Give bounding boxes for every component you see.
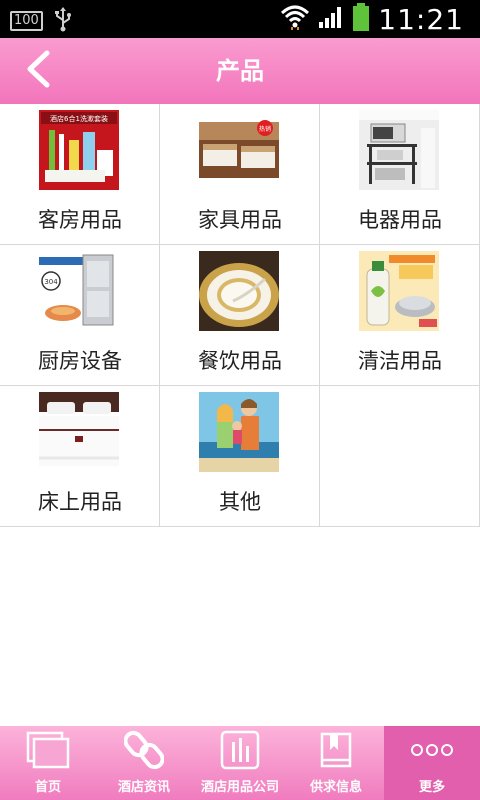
svg-text:酒店6合1洗漱套装: 酒店6合1洗漱套装 — [50, 114, 108, 123]
usb-icon — [53, 6, 73, 36]
product-label: 清洁用品 — [358, 349, 442, 373]
nav-label: 供求信息 — [309, 780, 362, 795]
nav-item-supply-demand[interactable]: 供求信息 — [288, 726, 384, 800]
svg-text:304: 304 — [44, 278, 58, 286]
product-label: 床上用品 — [38, 490, 122, 514]
nav-item-more[interactable]: 更多 — [384, 726, 480, 800]
product-label: 厨房设备 — [38, 349, 122, 373]
link-icon — [123, 730, 165, 774]
product-label: 家具用品 — [198, 208, 282, 232]
product-label: 客房用品 — [38, 208, 122, 232]
nav-label: 酒店用品公司 — [200, 780, 279, 795]
chart-icon — [220, 730, 260, 774]
nav-label: 首页 — [34, 780, 61, 795]
product-label: 电器用品 — [358, 208, 442, 232]
back-button[interactable] — [16, 50, 60, 92]
product-label: 餐饮用品 — [198, 349, 282, 373]
nav-label: 酒店资讯 — [117, 780, 170, 795]
product-image-kitchen: 304 — [39, 251, 119, 331]
product-image-cleaning — [359, 251, 439, 331]
bottom-nav: 首页 酒店资讯 酒店用品公司 供求信息 更多 — [0, 726, 480, 800]
svg-text:热销: 热销 — [259, 125, 271, 133]
product-image-bedding — [39, 392, 119, 472]
status-time: 11:21 — [378, 2, 464, 36]
pages-icon — [26, 731, 70, 773]
product-item-appliances[interactable]: 电器用品 — [320, 104, 480, 245]
product-image-appliances — [359, 110, 439, 190]
app-header: 产品 — [0, 38, 480, 104]
product-image-furniture: 热销 — [199, 110, 279, 190]
nav-item-hotel-news[interactable]: 酒店资讯 — [96, 726, 192, 800]
nav-item-hotel-supplies-company[interactable]: 酒店用品公司 — [192, 726, 288, 800]
product-grid: 酒店6合1洗漱套装 客房用品 热销 家具用品 电器用品 304 厨房设备 餐饮用… — [0, 104, 480, 527]
product-item-bedding[interactable]: 床上用品 — [0, 386, 160, 527]
product-label: 其他 — [219, 490, 261, 514]
more-icon — [410, 742, 454, 762]
product-item-dining[interactable]: 餐饮用品 — [160, 245, 320, 386]
product-image-guest-room: 酒店6合1洗漱套装 — [39, 110, 119, 190]
product-item-guest-room[interactable]: 酒店6合1洗漱套装 客房用品 — [0, 104, 160, 245]
product-item-furniture[interactable]: 热销 家具用品 — [160, 104, 320, 245]
battery-level-badge: 100 — [10, 11, 43, 31]
battery-icon — [352, 2, 370, 36]
empty-grid-cell — [320, 386, 480, 527]
nav-item-home[interactable]: 首页 — [0, 726, 96, 800]
page-title: 产品 — [216, 57, 264, 85]
product-item-kitchen[interactable]: 304 厨房设备 — [0, 245, 160, 386]
wifi-icon — [280, 3, 310, 35]
product-item-cleaning[interactable]: 清洁用品 — [320, 245, 480, 386]
nav-label: 更多 — [418, 780, 445, 795]
chevron-left-icon — [25, 50, 51, 92]
signal-icon — [318, 5, 344, 33]
status-bar: 100 11:21 — [0, 0, 480, 38]
product-item-other[interactable]: 其他 — [160, 386, 320, 527]
product-image-other — [199, 392, 279, 472]
product-image-dining — [199, 251, 279, 331]
book-icon — [316, 730, 356, 774]
